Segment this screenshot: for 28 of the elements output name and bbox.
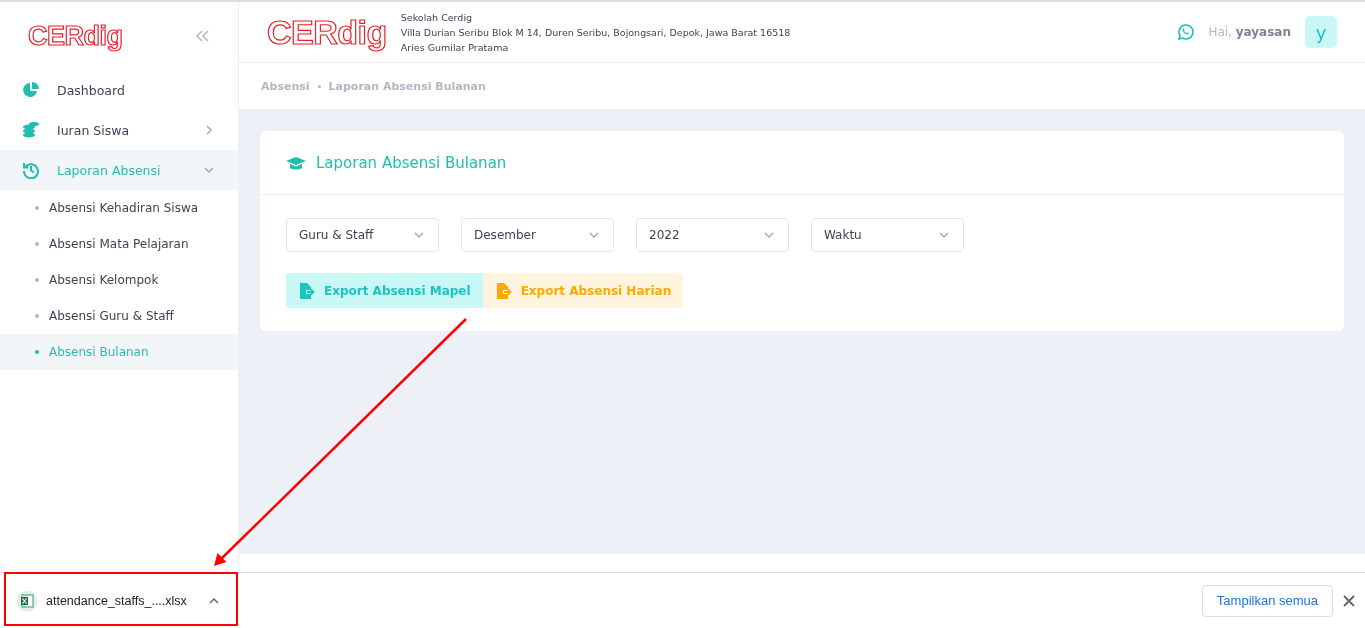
collapse-icon[interactable] xyxy=(194,29,210,43)
close-icon[interactable] xyxy=(1343,594,1355,607)
dropdown[interactable]: Waktu xyxy=(811,218,964,252)
school-address: Villa Durian Seribu Blok M 14, Duren Seribu, Bojongsari, Depok, Jawa Barat 16518 xyxy=(400,25,792,40)
coins-icon xyxy=(22,121,40,139)
whatsapp-icon[interactable] xyxy=(1176,23,1195,41)
submenu-item[interactable]: Absensi Guru & Staff xyxy=(0,298,238,334)
file-export-icon xyxy=(494,281,513,300)
spreadsheet-file-icon xyxy=(16,589,38,612)
history-icon xyxy=(22,161,40,179)
download-item[interactable]: attendance_staffs_....xlsx xyxy=(16,589,221,612)
dropdown[interactable]: Guru & Staff xyxy=(286,218,439,252)
dropdown[interactable]: 2022 xyxy=(636,218,789,252)
user-name: Aries Gumilar Pratama xyxy=(400,40,510,55)
menu-item[interactable]: Dashboard xyxy=(0,70,238,110)
graduation-cap-icon xyxy=(286,154,306,171)
card-title: Laporan Absensi Bulanan xyxy=(316,153,507,172)
greeting: Hai, yayasan xyxy=(1208,25,1291,39)
file-export-icon xyxy=(298,281,316,300)
logo: CERdig xyxy=(28,22,123,50)
pie-chart-icon xyxy=(22,81,40,99)
school-name: Sekolah Cerdig xyxy=(400,10,474,25)
menu-item[interactable]: Iuran Siswa xyxy=(0,110,238,150)
submenu-item[interactable]: Absensi Kehadiran Siswa xyxy=(0,190,238,226)
dropdown[interactable]: Desember xyxy=(461,218,614,252)
submenu-item[interactable]: Absensi Mata Pelajaran xyxy=(0,226,238,262)
submenu-item[interactable]: Absensi Kelompok xyxy=(0,262,238,298)
show-all-button[interactable]: Tampilkan semua xyxy=(1201,584,1333,617)
